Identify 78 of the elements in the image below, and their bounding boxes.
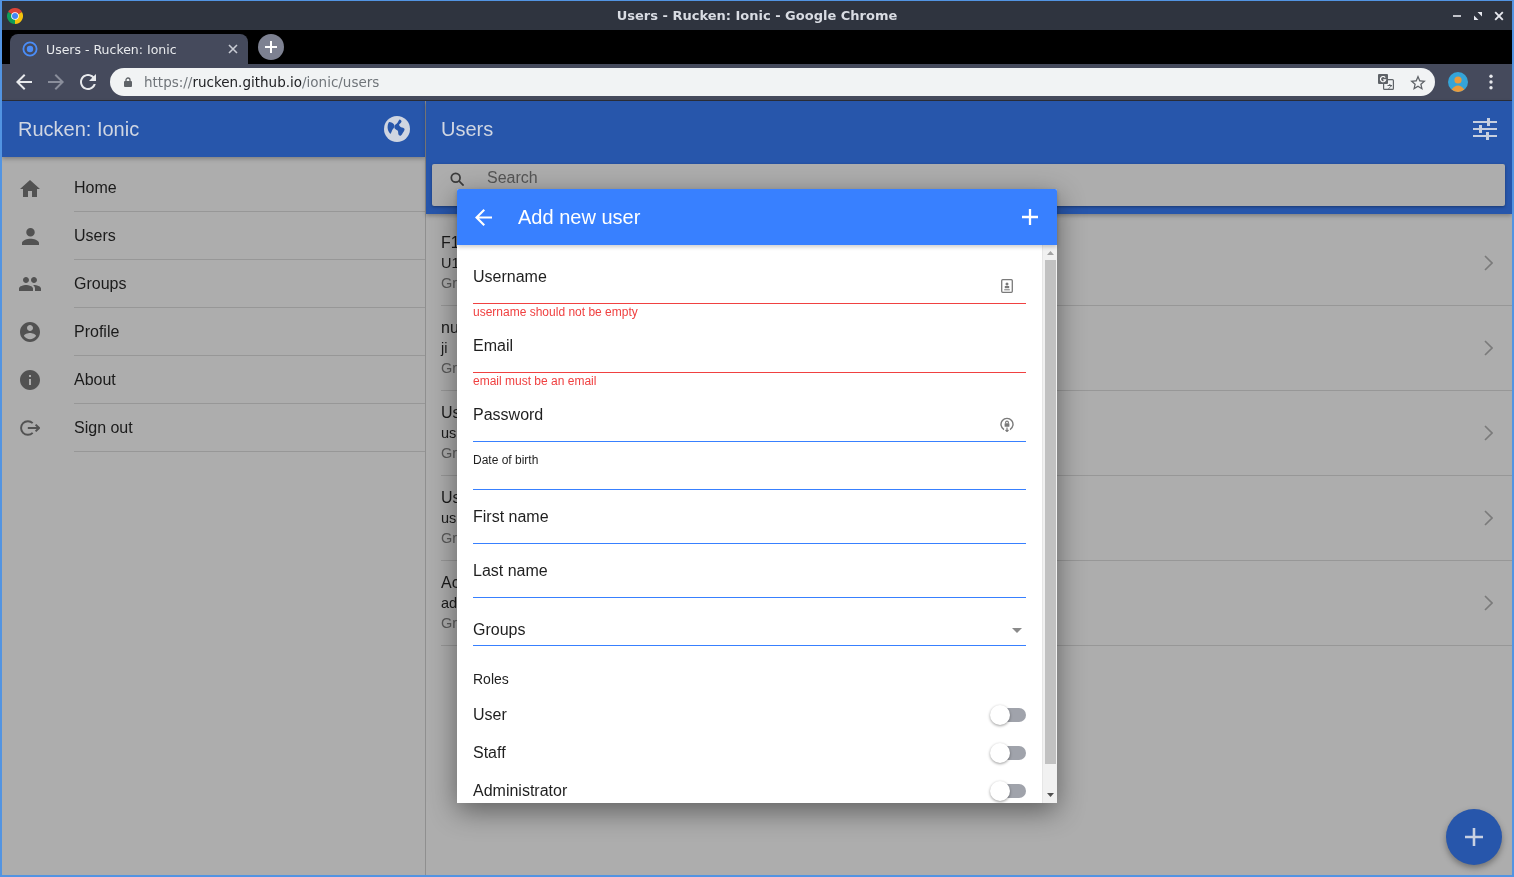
item-subtitle: us [441, 424, 457, 443]
maximize-icon[interactable] [1473, 10, 1483, 21]
plus-icon [265, 41, 277, 53]
menu-item[interactable]: Sign out [2, 404, 425, 452]
item-subtitle: us [441, 509, 457, 528]
plus-icon [1022, 209, 1038, 225]
search-icon [450, 172, 464, 186]
text-field[interactable]: Username [473, 261, 1026, 304]
item-detail: Gr [441, 274, 458, 293]
item-detail: Gr [441, 444, 458, 463]
sign-out-icon [20, 420, 40, 436]
globe-icon[interactable] [384, 116, 410, 142]
info-icon [20, 370, 40, 390]
text-field[interactable]: Email [473, 330, 1026, 373]
lock-icon [124, 77, 132, 87]
item-detail: Gr [441, 359, 458, 378]
page-title: Users [441, 117, 494, 141]
item-title: F1 [441, 233, 460, 253]
toggle-switch[interactable] [990, 705, 1026, 725]
password-field[interactable]: Password [473, 399, 1026, 442]
window-title: Users - Rucken: Ionic - Google Chrome [616, 8, 898, 23]
chevron-right-icon [1484, 340, 1493, 356]
chevron-right-icon [1484, 425, 1493, 441]
section-label: Roles [473, 671, 510, 687]
person-icon [21, 227, 39, 245]
text-field[interactable]: First name [473, 501, 1026, 544]
error-message: email must be an email [473, 374, 598, 388]
item-subtitle: ad [441, 594, 458, 613]
toggle-label: User [473, 705, 507, 725]
back-arrow-icon [475, 208, 492, 226]
avatar-icon[interactable] [1448, 72, 1468, 92]
chevron-right-icon [1484, 255, 1493, 271]
dropdown-caret-icon [1012, 628, 1022, 633]
translate-icon[interactable] [1378, 74, 1394, 90]
error-message: username should not be empty [473, 305, 639, 319]
select-field[interactable]: Groups [473, 609, 1026, 646]
menu-item[interactable]: Profile [2, 308, 425, 356]
toggle-label: Staff [473, 743, 506, 763]
toggle-switch[interactable] [990, 743, 1026, 763]
add-button[interactable] [1446, 809, 1502, 865]
date-field[interactable]: Date of birth [473, 453, 1026, 490]
sliders-icon[interactable] [1473, 118, 1497, 140]
browser-logo-icon [7, 7, 23, 24]
item-detail: Gr [441, 614, 458, 633]
home-icon [20, 179, 40, 197]
ring-icon [22, 41, 38, 57]
chevron-right-icon [1484, 510, 1493, 526]
close-icon[interactable] [1494, 10, 1504, 21]
back-icon[interactable] [16, 74, 32, 90]
toggle-label: Administrator [473, 781, 568, 801]
lock-circle-icon[interactable] [1000, 417, 1014, 432]
reload-icon[interactable] [80, 74, 96, 90]
text-field[interactable]: Last name [473, 555, 1026, 598]
people-icon [19, 277, 41, 291]
item-detail: Gr [441, 529, 458, 548]
menu-item[interactable]: Users [2, 212, 425, 260]
address-bar[interactable]: https://rucken.github.io/ionic/users [110, 68, 1435, 96]
toggle-switch[interactable] [990, 781, 1026, 801]
menu-item[interactable]: About [2, 356, 425, 404]
browser-tab[interactable]: Users - Rucken: Ionic [10, 34, 248, 64]
add-button[interactable] [1022, 209, 1038, 225]
scroll-down-icon[interactable] [1046, 793, 1054, 797]
item-subtitle: ji [441, 339, 448, 358]
back-button[interactable] [475, 208, 492, 226]
dialog-title: Add new user [518, 205, 642, 229]
app-title: Rucken: Ionic [18, 117, 140, 141]
plus-icon [1465, 828, 1483, 846]
chevron-right-icon [1484, 595, 1493, 611]
menu-item[interactable]: Home [2, 164, 425, 212]
item-subtitle: U1 [441, 254, 460, 273]
star-icon[interactable] [1410, 74, 1426, 90]
menu-item[interactable]: Groups [2, 260, 425, 308]
contact-card-icon[interactable] [1001, 279, 1013, 293]
close-icon[interactable] [228, 44, 238, 54]
url-text: https://rucken.github.io/ionic/users [144, 74, 380, 90]
scrollbar-thumb[interactable] [1044, 260, 1056, 764]
new-tab-button[interactable] [258, 34, 284, 60]
kebab-menu-icon[interactable] [1489, 74, 1493, 90]
